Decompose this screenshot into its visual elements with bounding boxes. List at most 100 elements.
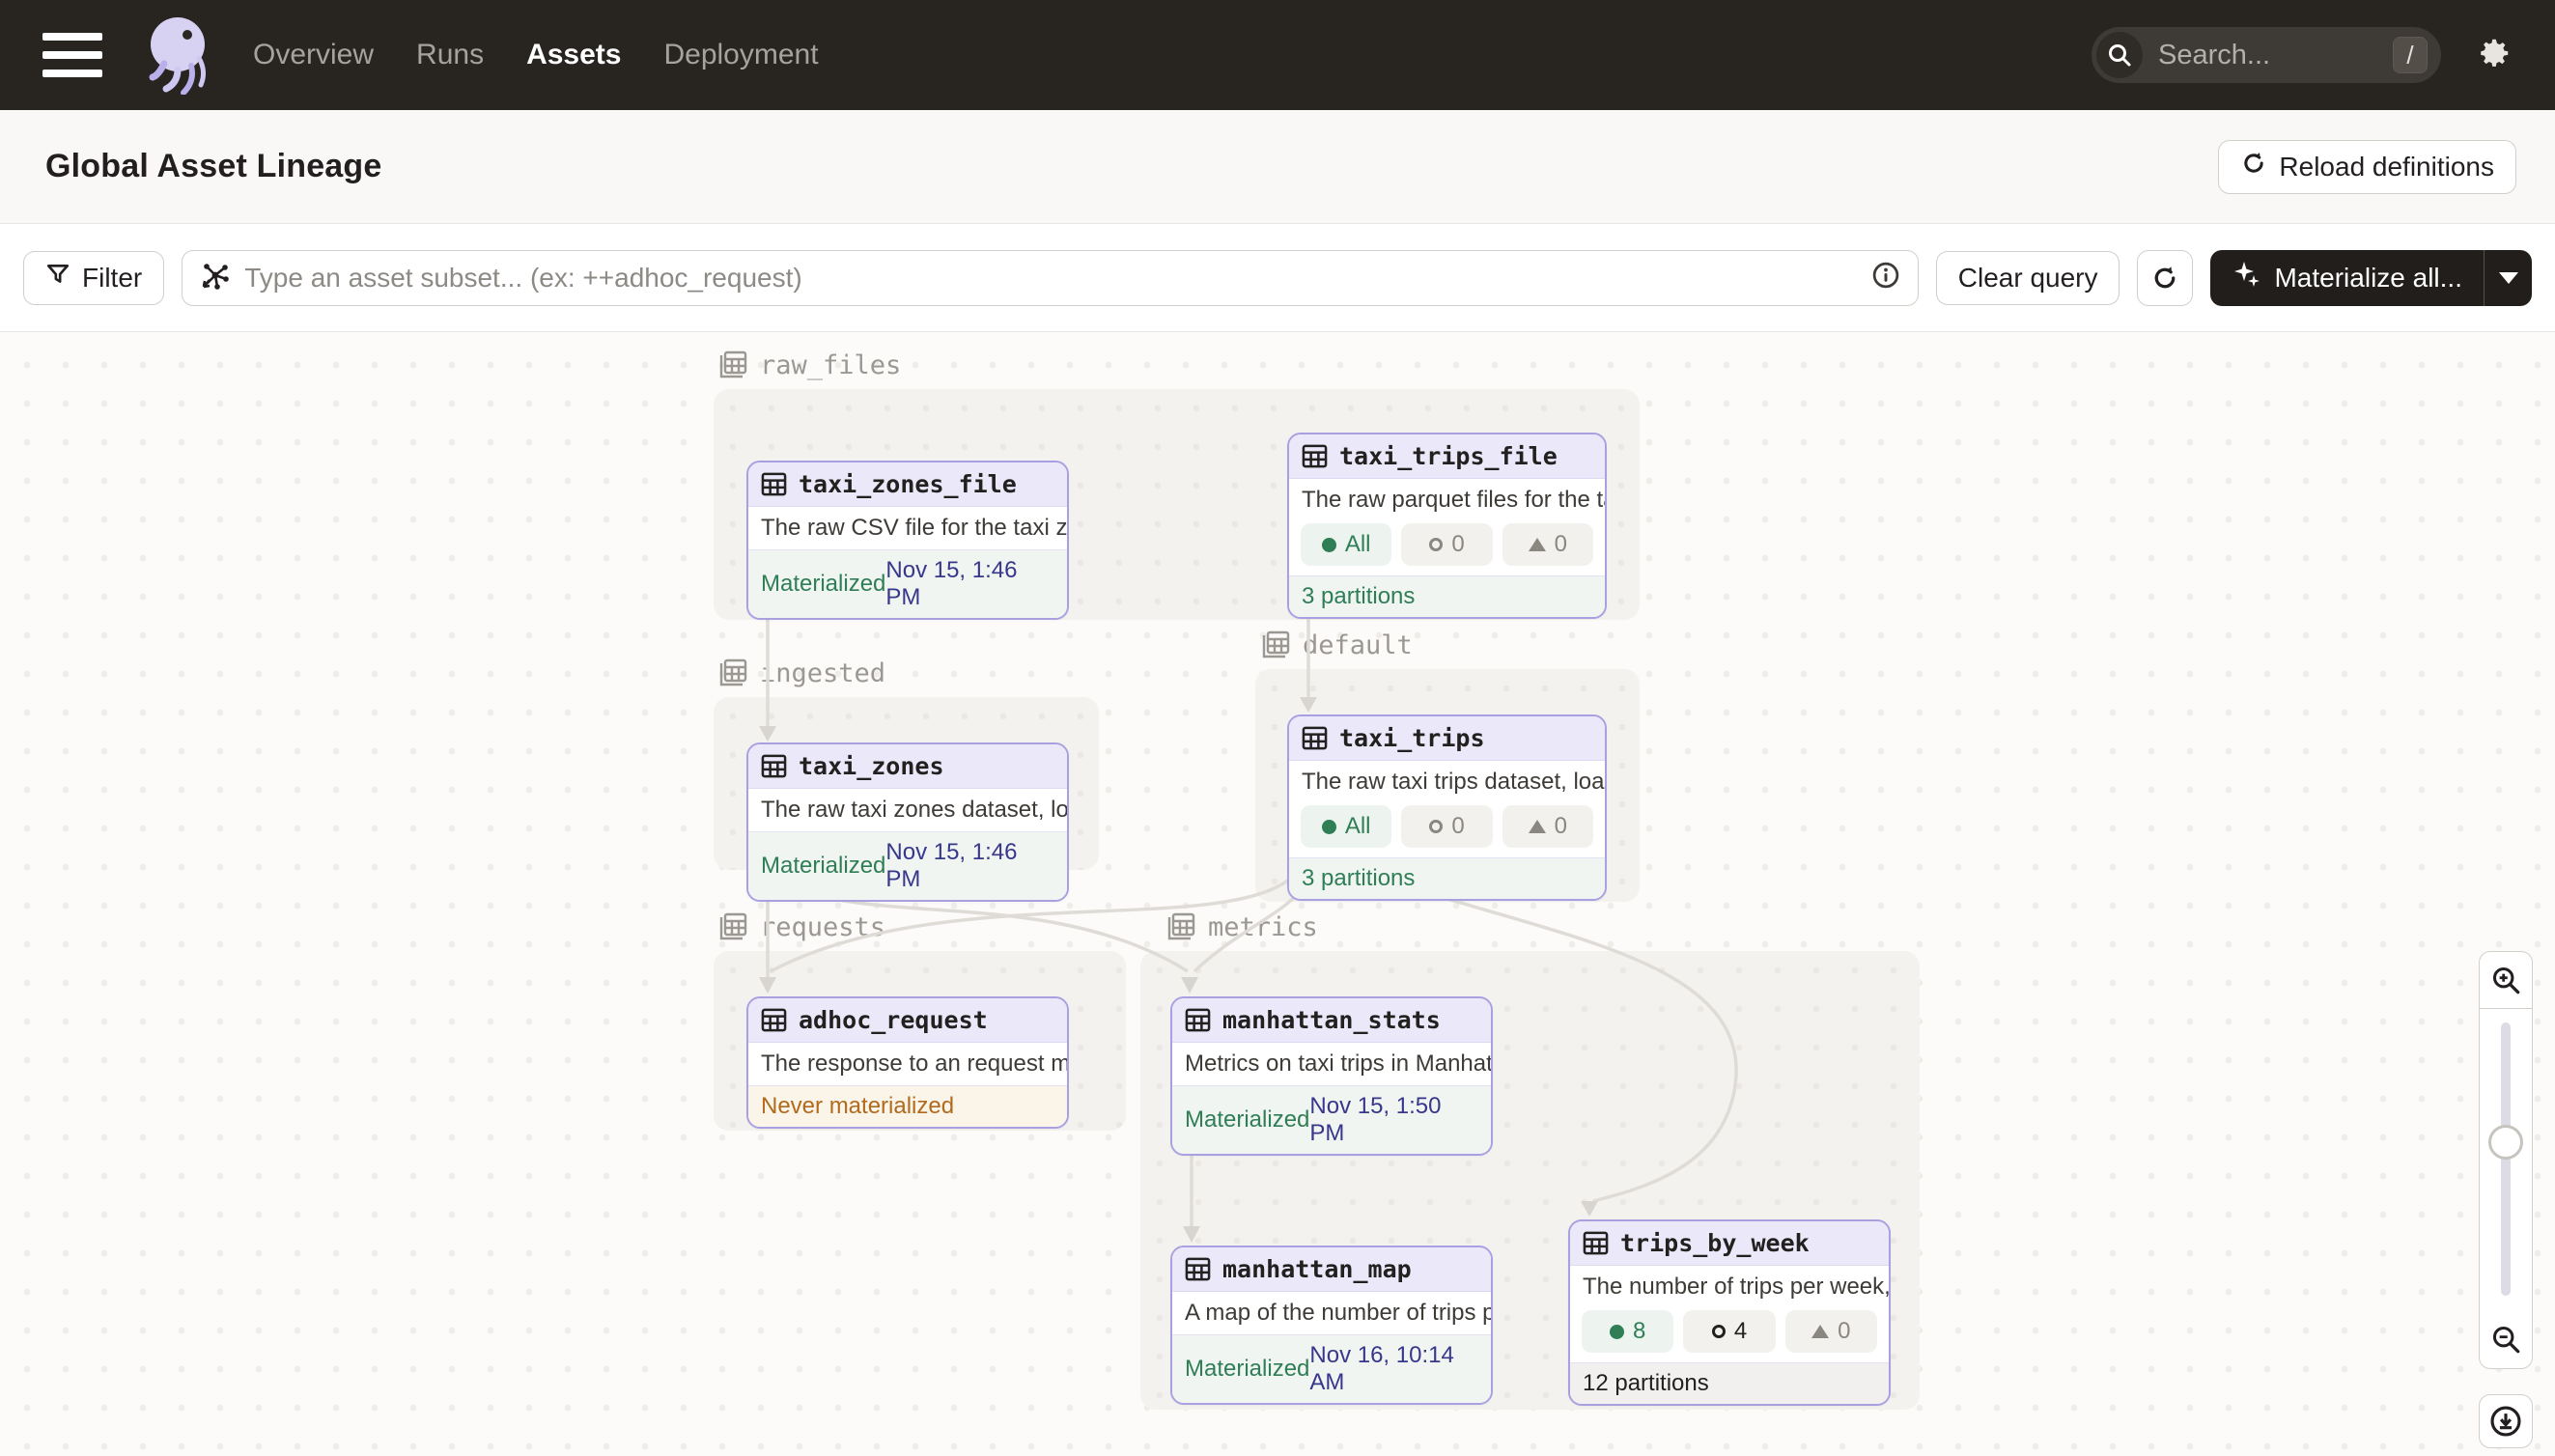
group-table-icon: [1260, 630, 1291, 660]
materialized-dot-icon: [1322, 538, 1336, 552]
failed-triangle-icon: [1811, 1325, 1829, 1338]
group-table-icon: [1165, 911, 1196, 942]
group-table-icon: [717, 911, 748, 942]
asset-query-input[interactable]: [244, 263, 1858, 294]
group-label-default: default: [1260, 630, 1413, 660]
chevron-down-icon: [2499, 272, 2518, 284]
group-label-raw-files: raw_files: [717, 350, 901, 380]
search-placeholder: Search...: [2158, 40, 2393, 71]
failed-triangle-icon: [1529, 820, 1546, 833]
search-icon: [2096, 32, 2143, 78]
sparkle-icon: [2232, 259, 2262, 296]
reload-definitions-button[interactable]: Reload definitions: [2218, 140, 2516, 194]
materialize-all-button[interactable]: Materialize all...: [2210, 250, 2532, 306]
materialized-dot-icon: [1610, 1325, 1624, 1339]
filter-button[interactable]: Filter: [23, 251, 164, 305]
search-input[interactable]: Search... /: [2092, 27, 2441, 83]
materialized-pill: All: [1301, 805, 1391, 848]
zoom-slider[interactable]: [2479, 1009, 2533, 1309]
asset-status-bar: Never materialized: [748, 1085, 1067, 1127]
lineage-toolbar: Filter Clear query: [0, 224, 2555, 332]
group-label-metrics: metrics: [1165, 911, 1318, 942]
hamburger-menu-icon[interactable]: [42, 33, 102, 77]
partition-health-pills: All 0 0: [1289, 521, 1605, 575]
missing-pill: 0: [1401, 805, 1492, 848]
asset-description: A map of the number of trips per taxi z.…: [1172, 1292, 1491, 1334]
asset-status-bar: MaterializedNov 16, 10:14 AM: [1172, 1334, 1491, 1403]
asset-description: The number of trips per week, aggreg...: [1570, 1266, 1889, 1308]
asset-status-bar: MaterializedNov 15, 1:50 PM: [1172, 1085, 1491, 1154]
missing-ring-icon: [1429, 538, 1443, 551]
asset-description: The raw taxi trips dataset, loaded into …: [1289, 761, 1605, 803]
group-table-icon: [717, 350, 748, 380]
asset-status-bar: MaterializedNov 15, 1:46 PM: [748, 549, 1067, 618]
table-icon: [1185, 1007, 1211, 1033]
reload-icon: [2240, 150, 2267, 183]
materialized-dot-icon: [1322, 820, 1336, 834]
failed-pill: 0: [1502, 523, 1593, 566]
asset-graph-icon: [200, 260, 231, 295]
group-label-requests: requests: [717, 911, 885, 942]
clear-query-button[interactable]: Clear query: [1936, 251, 2120, 305]
table-icon: [1185, 1256, 1211, 1282]
zoom-in-button[interactable]: [2479, 951, 2533, 1009]
search-shortcut-badge: /: [2393, 37, 2428, 73]
asset-description: The response to an request made in th...: [748, 1043, 1067, 1085]
failed-pill: 0: [1502, 805, 1593, 848]
asset-node-adhoc-request[interactable]: adhoc_request The response to an request…: [746, 996, 1069, 1129]
asset-description: The raw parquet files for the taxi trips…: [1289, 479, 1605, 521]
table-icon: [761, 753, 787, 779]
asset-query-field: [182, 250, 1919, 306]
asset-node-manhattan-map[interactable]: manhattan_map A map of the number of tri…: [1170, 1246, 1493, 1405]
table-icon: [1302, 725, 1328, 751]
nav-link-deployment[interactable]: Deployment: [663, 39, 818, 71]
dagster-logo-icon[interactable]: [145, 15, 214, 95]
asset-status-bar: 3 partitions: [1289, 575, 1605, 617]
materialized-pill: 8: [1582, 1310, 1673, 1353]
group-label-ingested: ingested: [717, 658, 885, 688]
table-icon: [761, 471, 787, 497]
missing-pill: 4: [1683, 1310, 1775, 1353]
partition-health-pills: All 0 0: [1289, 803, 1605, 857]
nav-link-assets[interactable]: Assets: [526, 39, 621, 71]
asset-status-bar: MaterializedNov 15, 1:46 PM: [748, 831, 1067, 900]
table-icon: [1583, 1230, 1609, 1256]
lineage-canvas[interactable]: raw_files ingested default requests metr…: [0, 332, 2555, 1456]
nav-link-overview[interactable]: Overview: [253, 39, 374, 71]
filter-funnel-icon: [45, 262, 70, 294]
settings-gear-icon[interactable]: [2476, 35, 2513, 76]
download-image-button[interactable]: [2479, 1394, 2533, 1448]
failed-triangle-icon: [1529, 538, 1546, 551]
refresh-button[interactable]: [2137, 250, 2193, 306]
nav-links: Overview Runs Assets Deployment: [253, 39, 819, 71]
group-table-icon: [717, 658, 748, 688]
zoom-slider-thumb[interactable]: [2488, 1125, 2523, 1160]
asset-node-manhattan-stats[interactable]: manhattan_stats Metrics on taxi trips in…: [1170, 996, 1493, 1156]
page-title: Global Asset Lineage: [45, 148, 382, 185]
zoom-out-button[interactable]: [2479, 1309, 2533, 1369]
top-nav: Overview Runs Assets Deployment Search..…: [0, 0, 2555, 110]
missing-pill: 0: [1401, 523, 1492, 566]
table-icon: [761, 1007, 787, 1033]
asset-node-taxi-zones-file[interactable]: taxi_zones_file The raw CSV file for the…: [746, 461, 1069, 620]
missing-ring-icon: [1712, 1325, 1726, 1338]
asset-description: Metrics on taxi trips in Manhattan: [1172, 1043, 1491, 1085]
dagster-app: Overview Runs Assets Deployment Search..…: [0, 0, 2555, 1456]
asset-status-bar: 3 partitions: [1289, 857, 1605, 899]
nav-link-runs[interactable]: Runs: [416, 39, 484, 71]
info-icon[interactable]: [1871, 261, 1900, 294]
table-icon: [1302, 443, 1328, 469]
missing-ring-icon: [1429, 820, 1443, 833]
failed-pill: 0: [1785, 1310, 1877, 1353]
asset-node-taxi-trips[interactable]: taxi_trips The raw taxi trips dataset, l…: [1287, 714, 1607, 901]
asset-node-trips-by-week[interactable]: trips_by_week The number of trips per we…: [1568, 1219, 1891, 1406]
page-header: Global Asset Lineage Reload definitions: [0, 110, 2555, 224]
asset-node-taxi-zones[interactable]: taxi_zones The raw taxi zones dataset, l…: [746, 742, 1069, 902]
asset-status-bar: 12 partitions: [1570, 1362, 1889, 1404]
materialized-pill: All: [1301, 523, 1391, 566]
asset-description: The raw CSV file for the taxi zones dat.…: [748, 507, 1067, 549]
asset-description: The raw taxi zones dataset, loaded int..…: [748, 789, 1067, 831]
asset-node-taxi-trips-file[interactable]: taxi_trips_file The raw parquet files fo…: [1287, 433, 1607, 619]
materialize-dropdown-caret[interactable]: [2484, 250, 2532, 306]
zoom-controls: [2479, 951, 2533, 1448]
